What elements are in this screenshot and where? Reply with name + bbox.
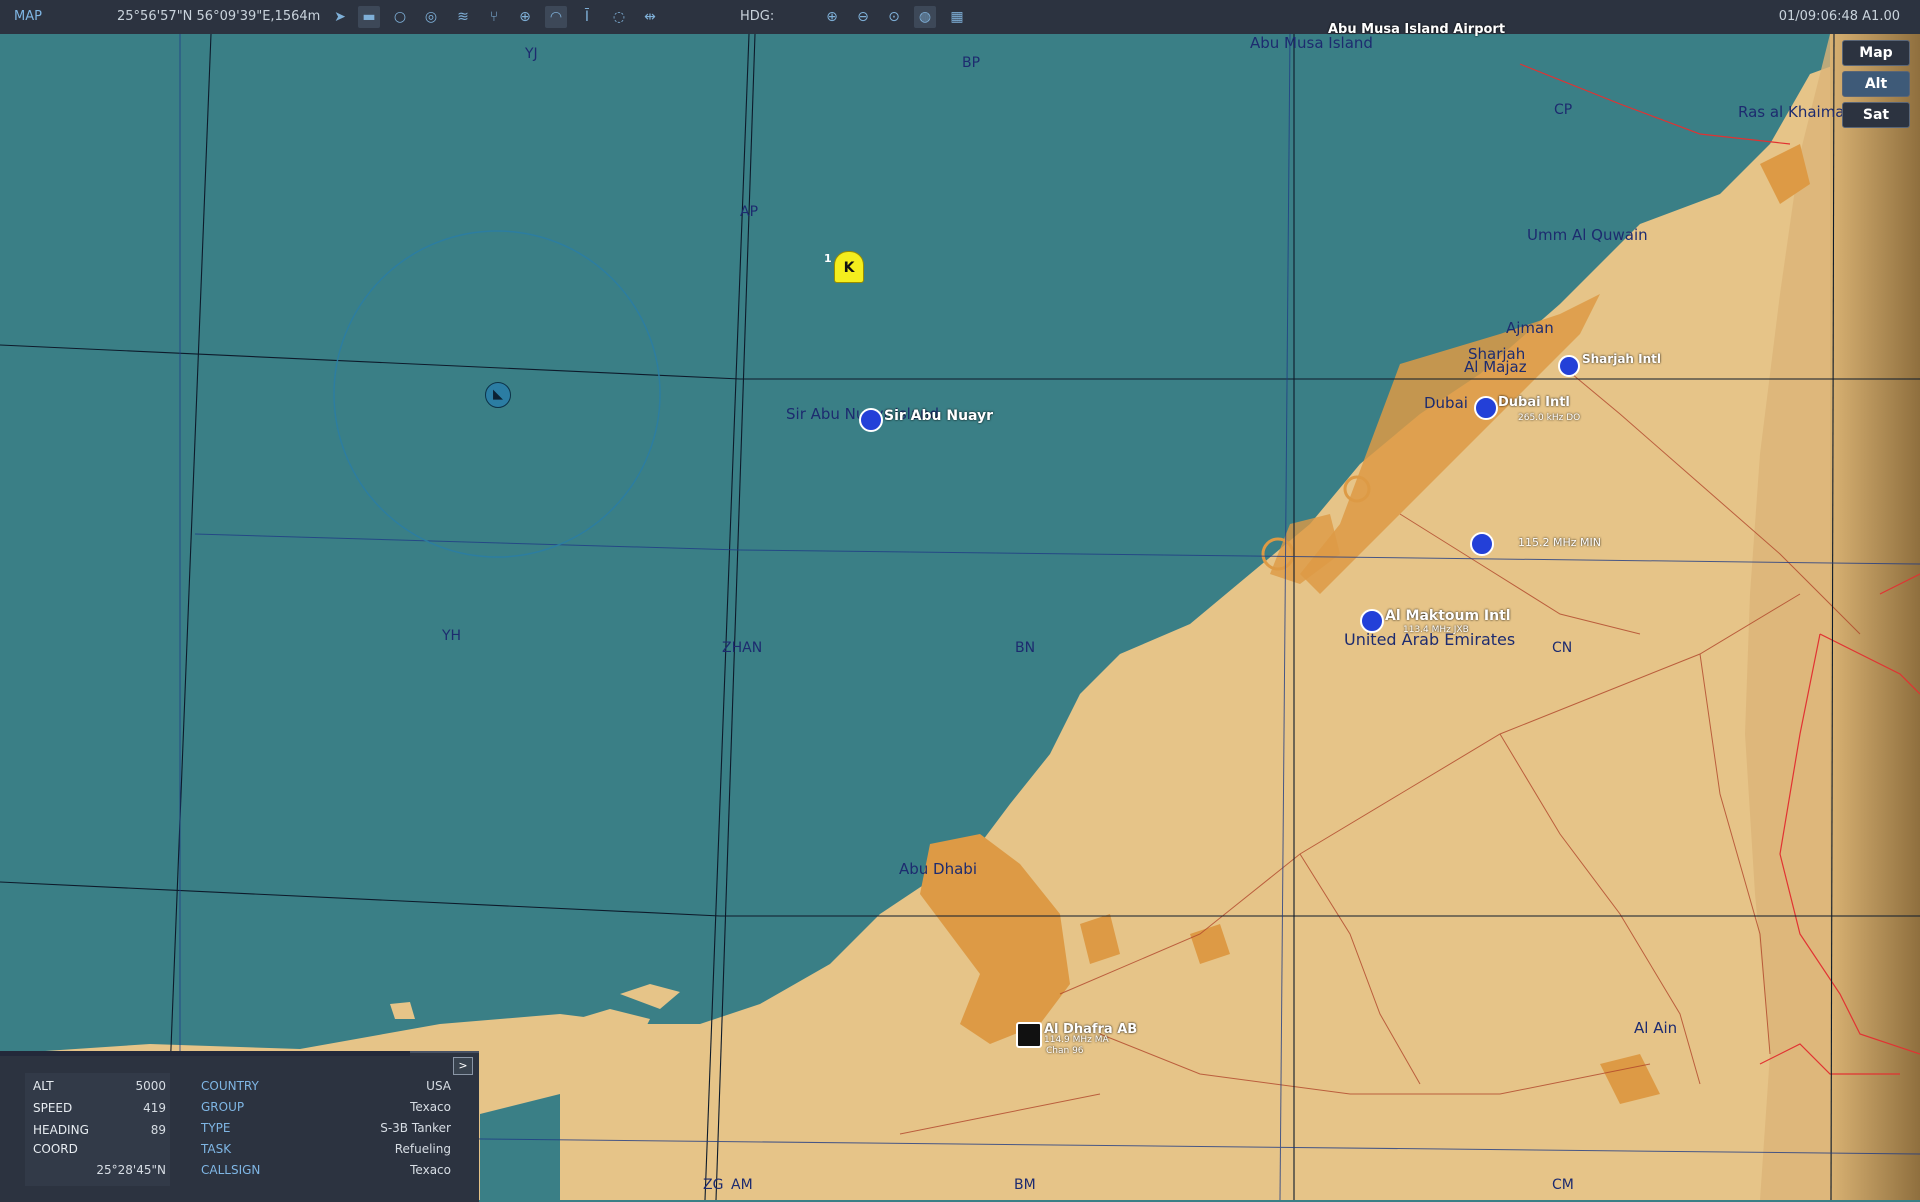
place-label: Umm Al Quwain <box>1527 226 1648 244</box>
grid-icon[interactable]: ▦ <box>946 6 968 28</box>
grid-label: BM <box>1014 1177 1036 1193</box>
grid-label: CN <box>1552 640 1573 656</box>
view-sat-button[interactable]: Sat <box>1842 102 1910 128</box>
network-icon[interactable]: ⑂ <box>483 6 505 28</box>
grid-label: BP <box>962 55 981 71</box>
chat-icon[interactable]: ◌ <box>608 6 630 28</box>
sim-time: 01/09:06:48 A1.00 <box>1778 9 1900 24</box>
ruler-icon[interactable]: ▬ <box>358 6 380 28</box>
top-toolbar: MAP 25°56'57"N 56°09'39"E,1564m ➤ ▬ ○ ◎ … <box>0 0 1920 35</box>
grid-label: ZHAN <box>722 640 763 656</box>
airport-label[interactable]: Al Maktoum Intl <box>1385 608 1511 624</box>
wind-icon[interactable]: ≋ <box>452 6 474 28</box>
navaid-frequency: 113.4 MHz JXB <box>1403 625 1469 635</box>
grid-label: ZG <box>703 1177 724 1193</box>
route-icon[interactable]: ➤ <box>329 6 351 28</box>
player-aircraft-icon[interactable]: ◣ <box>485 382 511 408</box>
heading-value: 89 <box>150 1123 166 1137</box>
airport-icon[interactable] <box>1360 609 1384 633</box>
navaid-frequency: 115.2 MHz MIN <box>1518 536 1601 549</box>
airport-label[interactable]: Abu Musa Island Airport <box>1328 22 1505 37</box>
tanker-marker-letter: K <box>843 260 855 276</box>
place-label: Al Ain <box>1634 1019 1678 1037</box>
map-canvas[interactable]: YJ BP CP AP YH ZHAN BN CN ZG AM BM CM Ab… <box>0 22 1920 1200</box>
tanker-unit-marker[interactable]: K <box>834 251 864 283</box>
speed-value: 419 <box>143 1101 166 1115</box>
airport-icon[interactable] <box>1474 396 1498 420</box>
navaid-frequency: 114.9 MHz MA <box>1044 1035 1109 1045</box>
airport-icon[interactable] <box>1558 355 1580 377</box>
country-label: COUNTRY <box>201 1079 259 1093</box>
terrain-layer <box>0 34 1920 1200</box>
grid-label: CM <box>1552 1177 1574 1193</box>
unit-info-panel: > ALT 5000 SPEED 419 HEADING 89 COORD 25… <box>0 1051 479 1202</box>
heading-label: HEADING <box>33 1123 89 1137</box>
grid-label: YH <box>442 628 462 644</box>
map-view-selector: Map Alt Sat <box>1842 40 1910 133</box>
coord-label: COORD <box>33 1142 78 1156</box>
type-label: TYPE <box>201 1121 231 1135</box>
tanker-marker-index: 1 <box>824 252 832 265</box>
circle-icon[interactable]: ○ <box>389 6 411 28</box>
callsign-label: CALLSIGN <box>201 1163 261 1177</box>
tower-icon[interactable]: Ī <box>576 6 598 28</box>
grid-label: AP <box>740 204 759 220</box>
zoom-out-icon[interactable]: ⊖ <box>852 6 874 28</box>
callsign-value: Texaco <box>410 1163 451 1177</box>
grid-label: YJ <box>525 46 538 62</box>
country-value: USA <box>426 1079 451 1093</box>
task-value: Refueling <box>394 1142 451 1156</box>
navaid-frequency: 265.0 kHz DO <box>1518 413 1581 423</box>
airbase-icon[interactable] <box>1016 1022 1042 1048</box>
signal-icon[interactable]: ◠ <box>545 6 567 28</box>
alt-value: 5000 <box>135 1079 166 1093</box>
zoom-in-icon[interactable]: ⊕ <box>821 6 843 28</box>
view-alt-button[interactable]: Alt <box>1842 71 1910 97</box>
place-label: Dubai <box>1424 394 1468 412</box>
globe-icon[interactable]: ◍ <box>914 6 936 28</box>
speed-label: SPEED <box>33 1101 73 1115</box>
grid-label: AM <box>731 1177 753 1193</box>
alt-label: ALT <box>33 1079 54 1093</box>
cursor-coordinates: 25°56'57"N 56°09'39"E,1564m <box>117 9 321 24</box>
place-label: Al Majaz <box>1464 358 1527 376</box>
grid-label: BN <box>1015 640 1036 656</box>
heading-label: HDG: <box>740 9 775 24</box>
crosshair-icon[interactable]: ⊕ <box>514 6 536 28</box>
place-label: Ras al Khaimah <box>1738 103 1855 121</box>
split-icon[interactable]: ⇹ <box>639 6 661 28</box>
task-label: TASK <box>201 1142 232 1156</box>
layers-icon[interactable]: ◎ <box>420 6 442 28</box>
type-value: S-3B Tanker <box>380 1121 451 1135</box>
view-map-button[interactable]: Map <box>1842 40 1910 66</box>
airport-label[interactable]: Sir Abu Nuayr <box>884 408 993 424</box>
group-label: GROUP <box>201 1100 245 1114</box>
group-value: Texaco <box>410 1100 451 1114</box>
panel-toggle-button[interactable]: > <box>453 1057 473 1075</box>
coord-value: 25°28'45"N <box>96 1163 166 1177</box>
place-label: Abu Dhabi <box>899 860 977 878</box>
grid-label: CP <box>1554 102 1573 118</box>
airport-label[interactable]: Dubai Intl <box>1498 395 1570 410</box>
tacan-channel: Chan 96 <box>1046 1046 1084 1056</box>
map-mode-label: MAP <box>14 9 42 24</box>
airport-label[interactable]: Sharjah Intl <box>1582 352 1661 366</box>
airport-icon[interactable] <box>859 408 883 432</box>
panel-scrollbar[interactable] <box>0 1051 410 1056</box>
zoom-fit-icon[interactable]: ⊙ <box>883 6 905 28</box>
place-label: Ajman <box>1506 319 1554 337</box>
airport-icon[interactable] <box>1470 532 1494 556</box>
